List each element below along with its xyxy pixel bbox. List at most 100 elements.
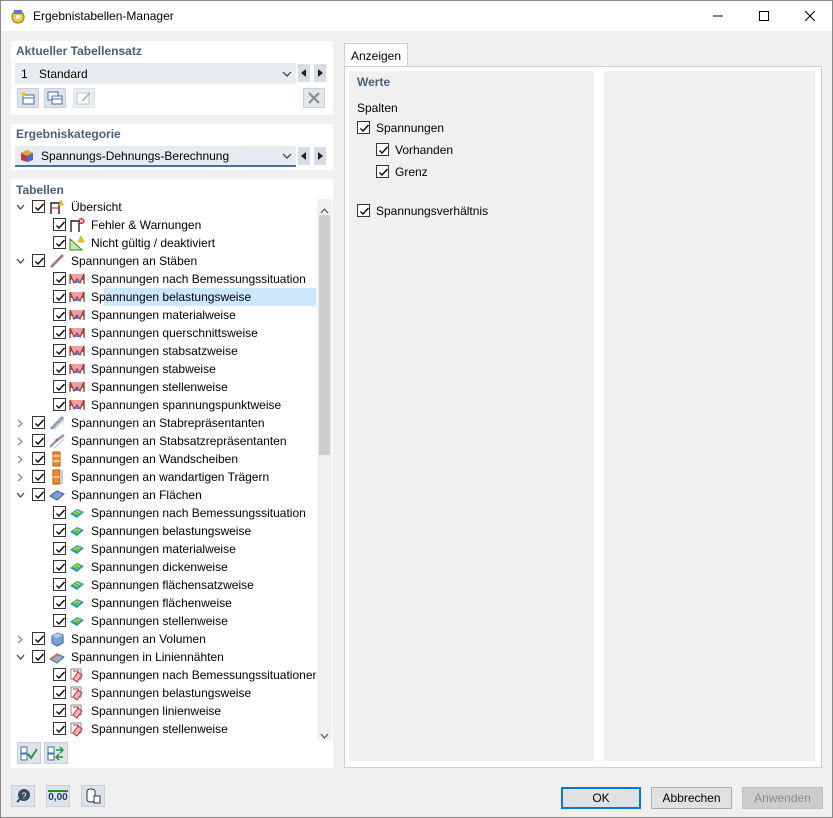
category-next-button[interactable] [314,147,326,165]
tree-group-row[interactable]: Übersicht [11,198,316,216]
tree-group-row[interactable]: Spannungen an wandartigen Trägern [11,468,316,486]
ok-button[interactable]: OK [561,787,641,809]
tree-item-row[interactable]: Fehler & Warnungen [11,216,316,234]
scrollbar-thumb[interactable] [319,215,330,455]
row-label: Fehler & Warnungen [91,218,202,232]
row-checkbox[interactable] [32,416,45,429]
option-checkbox[interactable] [376,143,389,156]
row-checkbox[interactable] [32,434,45,447]
tree-item-row[interactable]: Spannungen flächensatzweise [11,576,316,594]
tree-item-row[interactable]: Spannungen nach Bemessungssituation [11,504,316,522]
chevron-down-icon[interactable] [15,252,25,270]
chevron-right-icon[interactable] [15,450,25,468]
units-button[interactable]: 0,00 [46,785,70,807]
chevron-down-icon[interactable] [15,486,25,504]
help-button[interactable]: ? [11,785,35,807]
row-checkbox[interactable] [32,470,45,483]
row-checkbox[interactable] [53,578,66,591]
row-checkbox[interactable] [32,650,45,663]
tree-item-row[interactable]: Spannungen stellenweise [11,378,316,396]
tree-item-row[interactable]: Spannungen nach Bemessungssituation [11,270,316,288]
tree-item-row[interactable]: Spannungen stabweise [11,360,316,378]
apply-button[interactable]: Anwenden [742,787,823,809]
chevron-down-icon[interactable] [15,648,25,666]
chevron-right-icon[interactable] [15,432,25,450]
copy-tableset-button[interactable] [44,88,66,108]
rename-tableset-button[interactable] [73,88,95,108]
tree-group-row[interactable]: Spannungen an Stabrepräsentanten [11,414,316,432]
row-checkbox[interactable] [32,488,45,501]
chevron-down-icon[interactable] [15,198,25,216]
delete-tableset-button[interactable] [303,88,325,108]
tree-item-row[interactable]: Spannungen linienweise [11,702,316,720]
tree-item-row[interactable]: Spannungen nach Bemessungssituationen [11,666,316,684]
tree-item-row[interactable]: Spannungen stabsatzweise [11,342,316,360]
tab-anzeigen[interactable]: Anzeigen [344,43,408,67]
tree-group-row[interactable]: Spannungen in Liniennähten [11,648,316,666]
row-checkbox[interactable] [53,596,66,609]
option-checkbox[interactable] [357,121,370,134]
row-checkbox[interactable] [53,344,66,357]
row-checkbox[interactable] [32,452,45,465]
row-checkbox[interactable] [53,686,66,699]
row-checkbox[interactable] [53,308,66,321]
row-checkbox[interactable] [53,542,66,555]
row-checkbox[interactable] [32,200,45,213]
tree-group-row[interactable]: Spannungen an Flächen [11,486,316,504]
option-checkbox[interactable] [357,204,370,217]
row-checkbox[interactable] [53,218,66,231]
row-checkbox[interactable] [53,614,66,627]
row-checkbox[interactable] [53,272,66,285]
tree-item-row[interactable]: Spannungen querschnittsweise [11,324,316,342]
chevron-right-icon[interactable] [15,630,25,648]
row-checkbox[interactable] [53,290,66,303]
new-tableset-button[interactable] [17,88,39,108]
cancel-button[interactable]: Abbrechen [651,787,732,809]
tree-item-row[interactable]: Spannungen stellenweise [11,612,316,630]
row-checkbox[interactable] [53,326,66,339]
chevron-right-icon[interactable] [15,414,25,432]
row-checkbox[interactable] [53,560,66,573]
tree-item-row[interactable]: Spannungen spannungspunktweise [11,396,316,414]
row-checkbox[interactable] [53,362,66,375]
tree-item-row[interactable]: Spannungen materialweise [11,306,316,324]
row-checkbox[interactable] [53,704,66,717]
category-combobox[interactable]: Spannungs-Dehnungs-Berechnung [15,146,296,167]
tableset-combobox[interactable]: 1 Standard [15,63,296,84]
tree-item-row[interactable]: Spannungen stellenweise [11,720,316,738]
row-checkbox[interactable] [32,632,45,645]
tree-item-row[interactable]: Nicht gültig / deaktiviert [11,234,316,252]
tree-item-row[interactable]: Spannungen dickenweise [11,558,316,576]
tree-group-row[interactable]: Spannungen an Volumen [11,630,316,648]
close-button[interactable] [787,1,833,31]
row-checkbox[interactable] [53,380,66,393]
minimize-button[interactable] [695,1,741,31]
row-checkbox[interactable] [32,254,45,267]
tree-item-row[interactable]: Spannungen materialweise [11,540,316,558]
check-all-icon [20,746,38,761]
row-checkbox[interactable] [53,398,66,411]
delete-icon [308,92,320,104]
row-checkbox[interactable] [53,506,66,519]
chevron-right-icon[interactable] [15,468,25,486]
tree-group-row[interactable]: Spannungen an Stäben [11,252,316,270]
row-checkbox[interactable] [53,524,66,537]
row-checkbox[interactable] [53,668,66,681]
row-checkbox[interactable] [53,236,66,249]
scroll-down-icon[interactable] [320,728,329,742]
tree-item-row[interactable]: Spannungen belastungsweise [11,288,316,306]
tree-item-row[interactable]: Spannungen flächenweise [11,594,316,612]
option-checkbox[interactable] [376,165,389,178]
data-button[interactable] [81,785,105,807]
category-prev-button[interactable] [298,147,310,165]
row-checkbox[interactable] [53,722,66,735]
tableset-prev-button[interactable] [298,64,310,82]
tree-item-row[interactable]: Spannungen belastungsweise [11,684,316,702]
tableset-next-button[interactable] [314,64,326,82]
tree-group-row[interactable]: Spannungen an Stabsatzrepräsentanten [11,432,316,450]
invert-check-button[interactable] [44,742,68,764]
tree-group-row[interactable]: Spannungen an Wandscheiben [11,450,316,468]
check-all-button[interactable] [17,742,41,764]
tree-item-row[interactable]: Spannungen belastungsweise [11,522,316,540]
maximize-button[interactable] [741,1,787,31]
